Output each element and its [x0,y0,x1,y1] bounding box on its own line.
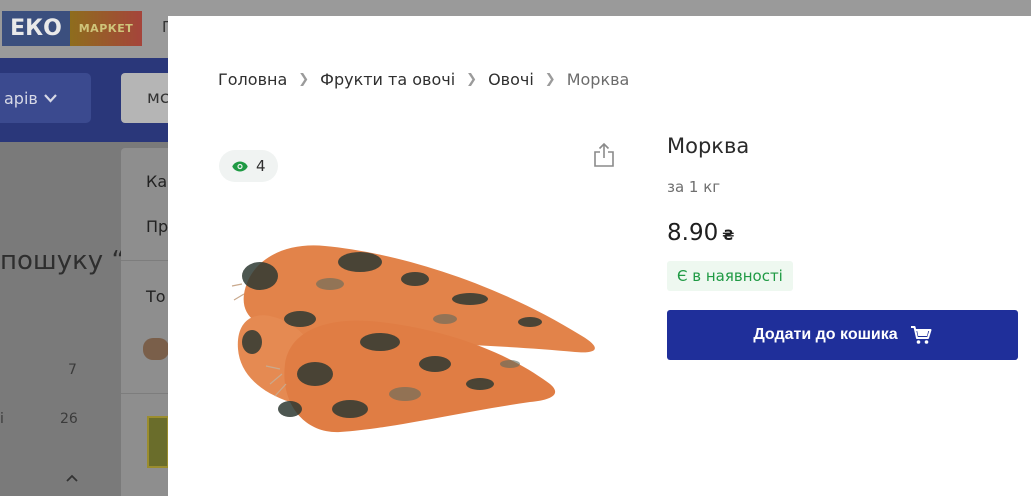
search-suggestions-dropdown: Ка Пр То [121,148,171,496]
site-logo[interactable]: ЕКО МАРКЕТ [2,11,142,46]
product-price: 8.90 ₴ [667,220,734,246]
filter-count: 7 [68,362,77,378]
cart-icon [910,326,932,344]
logo-eko-text: ЕКО [2,11,70,46]
divider [121,260,171,261]
suggestion-item[interactable]: Пр [146,217,168,236]
divider [121,393,171,394]
product-unit: за 1 кг [667,178,721,196]
views-count: 4 [256,157,266,175]
chevron-up-icon[interactable] [66,474,78,482]
chevron-right-icon: ❯ [298,72,310,87]
catalog-button-label: арів [4,88,38,108]
logo-market-text: МАРКЕТ [70,11,142,46]
suggestion-item[interactable]: То [146,287,166,306]
breadcrumb: Головна ❯ Фрукти та овочі ❯ Овочі ❯ Морк… [218,70,629,89]
breadcrumb-subcategory[interactable]: Овочі [488,70,534,89]
chevron-right-icon: ❯ [544,72,556,87]
breadcrumb-home[interactable]: Головна [218,70,287,89]
search-results-heading: пошуку “ [0,246,125,276]
share-icon[interactable] [592,142,616,168]
chevron-right-icon: ❯ [466,72,478,87]
catalog-button[interactable]: арів [0,73,91,123]
eye-icon [232,161,248,171]
product-thumbnail[interactable] [143,338,169,360]
stock-status-badge: Є в наявності [667,261,793,291]
add-to-cart-label: Додати до кошика [753,326,898,343]
product-image-carrots [231,245,595,433]
chevron-down-icon [44,93,57,103]
product-thumbnail[interactable] [147,416,169,468]
filter-count: 26 [60,411,78,427]
product-modal: Головна ❯ Фрукти та овочі ❯ Овочі ❯ Морк… [168,16,1031,496]
filter-label[interactable]: і [0,411,4,427]
breadcrumb-category[interactable]: Фрукти та овочі [320,70,455,89]
views-badge: 4 [219,150,278,182]
add-to-cart-button[interactable]: Додати до кошика [667,310,1018,360]
breadcrumb-current: Морква [566,70,630,89]
currency-symbol: ₴ [722,228,735,244]
product-title: Морква [667,134,750,158]
suggestion-item[interactable]: Ка [146,172,167,191]
price-value: 8.90 [667,220,719,246]
